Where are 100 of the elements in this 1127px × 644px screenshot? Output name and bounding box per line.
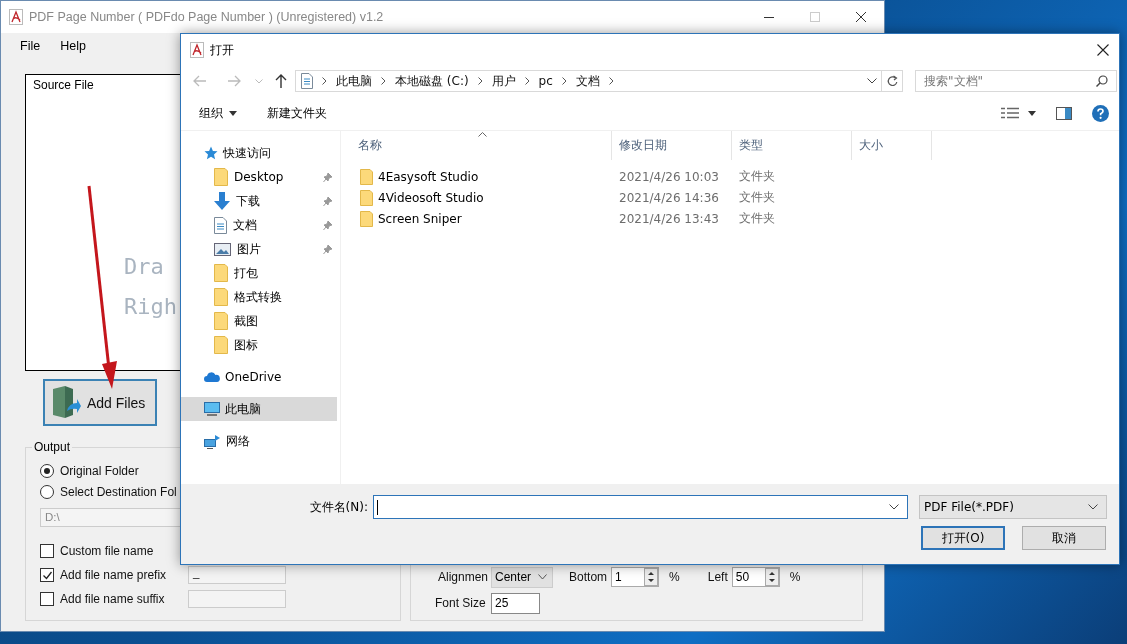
window-title: PDF Page Number ( PDFdo Page Number ) (Unregistered) v1.2	[29, 10, 384, 24]
cancel-button[interactable]: 取消	[1022, 526, 1106, 550]
chevron-icon	[381, 77, 386, 85]
address-bar[interactable]: 此电脑 本地磁盘 (C:) 用户 pc 文档	[295, 70, 882, 92]
checkbox-label: Add file name suffix	[60, 592, 166, 606]
nav-item[interactable]: 文档	[181, 213, 337, 237]
left-label: Left	[707, 570, 728, 584]
breadcrumb[interactable]: pc	[538, 74, 553, 88]
checkbox[interactable]	[40, 592, 54, 606]
modified-date: 2021/4/26 10:03	[619, 169, 719, 184]
column-header[interactable]: 类型	[732, 131, 852, 160]
bottom-spinbox[interactable]: 1	[611, 567, 660, 587]
spin-arrows-icon[interactable]	[644, 568, 659, 586]
organize-menu[interactable]: 组织	[199, 104, 237, 122]
caret-icon[interactable]	[889, 504, 899, 510]
column-header[interactable]: 修改日期	[612, 131, 732, 160]
filename-label: 文件名(N):	[308, 498, 368, 516]
folder-icon	[360, 210, 373, 227]
nav-item[interactable]: 截图	[181, 309, 337, 333]
nav-item[interactable]: 打包	[181, 261, 337, 285]
new-folder-button[interactable]: 新建文件夹	[267, 104, 327, 122]
network-icon	[204, 433, 221, 449]
sort-caret-icon	[478, 132, 487, 137]
pin-icon[interactable]	[323, 196, 333, 207]
output-legend: Output	[32, 440, 73, 454]
radio-button[interactable]	[40, 484, 54, 499]
folder-icon	[214, 168, 228, 186]
add-files-button[interactable]: Add Files	[43, 379, 157, 426]
folder-add-icon	[51, 384, 81, 421]
file-type: 文件夹	[739, 168, 775, 185]
checkbox[interactable]	[40, 544, 54, 558]
view-options-icon[interactable]	[1001, 107, 1019, 119]
column-header[interactable]: 名称	[341, 131, 612, 160]
file-type: 文件夹	[739, 210, 775, 227]
search-field[interactable]: 搜索"文档"	[915, 70, 1117, 92]
pdf-icon	[190, 42, 204, 58]
modified-date: 2021/4/26 14:36	[619, 190, 719, 205]
picture-icon	[214, 242, 231, 256]
menu-item[interactable]: Help	[59, 39, 87, 53]
nav-item[interactable]: 图片	[181, 237, 337, 261]
nav-item[interactable]: OneDrive	[181, 365, 337, 389]
file-type-dropdown[interactable]: PDF File(*.PDF)	[919, 495, 1107, 519]
folder-icon	[360, 168, 373, 185]
name-field[interactable]	[188, 590, 286, 608]
nav-item[interactable]: 此电脑	[181, 397, 337, 421]
document-icon	[301, 73, 313, 89]
close-icon[interactable]	[1097, 44, 1109, 56]
file-name[interactable]: 4Easysoft Studio	[378, 169, 479, 184]
nav-item[interactable]: 图标	[181, 333, 337, 357]
radio-button[interactable]	[40, 463, 54, 478]
checkbox-label: Custom file name	[60, 544, 155, 558]
refresh-button[interactable]	[882, 70, 903, 92]
preview-pane-icon[interactable]	[1056, 106, 1072, 120]
caret-icon	[229, 110, 237, 116]
filename-field[interactable]	[373, 495, 908, 519]
radio-label: Original Folder	[60, 463, 139, 478]
spin-arrows-icon[interactable]	[764, 568, 779, 586]
pdf-icon	[9, 9, 23, 25]
checkbox-label: Add file name prefix	[60, 568, 168, 582]
file-name[interactable]: 4Videosoft Studio	[378, 190, 484, 205]
help-icon[interactable]	[1092, 104, 1109, 122]
pin-icon[interactable]	[323, 172, 333, 183]
folder-icon	[360, 189, 373, 206]
breadcrumb[interactable]: 文档	[575, 72, 600, 90]
left-spinbox[interactable]: 50	[731, 567, 780, 587]
font-size-label: Font Size	[435, 596, 487, 610]
name-field[interactable]: _	[188, 566, 286, 584]
breadcrumb[interactable]: 用户	[491, 72, 516, 90]
alignment-label: Alignmen	[438, 570, 489, 584]
pin-icon[interactable]	[323, 220, 333, 231]
caret-icon	[538, 574, 548, 580]
pin-icon[interactable]	[323, 244, 333, 255]
nav-item[interactable]: 下载	[181, 189, 337, 213]
breadcrumb[interactable]: 此电脑	[336, 72, 372, 90]
chevron-icon	[608, 77, 614, 85]
checkbox[interactable]	[40, 568, 54, 582]
menu-item[interactable]: File	[19, 39, 42, 53]
down-arrow-icon	[214, 192, 230, 210]
percent-unit: %	[789, 570, 801, 584]
caret-icon[interactable]	[867, 78, 877, 84]
nav-item[interactable]: 快速访问	[181, 141, 337, 165]
drop-hint-text: Dra	[124, 253, 164, 281]
file-name[interactable]: Screen Sniper	[378, 211, 462, 226]
refresh-icon	[886, 75, 898, 87]
radio-label: Select Destination Fol	[60, 484, 177, 499]
nav-item[interactable]: 网络	[181, 429, 337, 453]
open-button[interactable]: 打开(O)	[921, 526, 1005, 550]
font-size-field[interactable]: 25	[491, 592, 540, 614]
nav-item[interactable]: Desktop	[181, 165, 337, 189]
chevron-icon	[477, 77, 483, 85]
caret-icon[interactable]	[1028, 110, 1036, 116]
source-file-label: Source File	[33, 78, 94, 92]
file-type: 文件夹	[739, 189, 775, 206]
folder-icon	[214, 336, 228, 354]
breadcrumb[interactable]: 本地磁盘 (C:)	[395, 72, 469, 90]
alignment-dropdown[interactable]: Center	[491, 566, 554, 588]
up-arrow-icon[interactable]	[275, 74, 287, 88]
close-icon[interactable]	[856, 12, 866, 22]
nav-item[interactable]: 格式转换	[181, 285, 337, 309]
column-header[interactable]: 大小	[852, 131, 932, 160]
